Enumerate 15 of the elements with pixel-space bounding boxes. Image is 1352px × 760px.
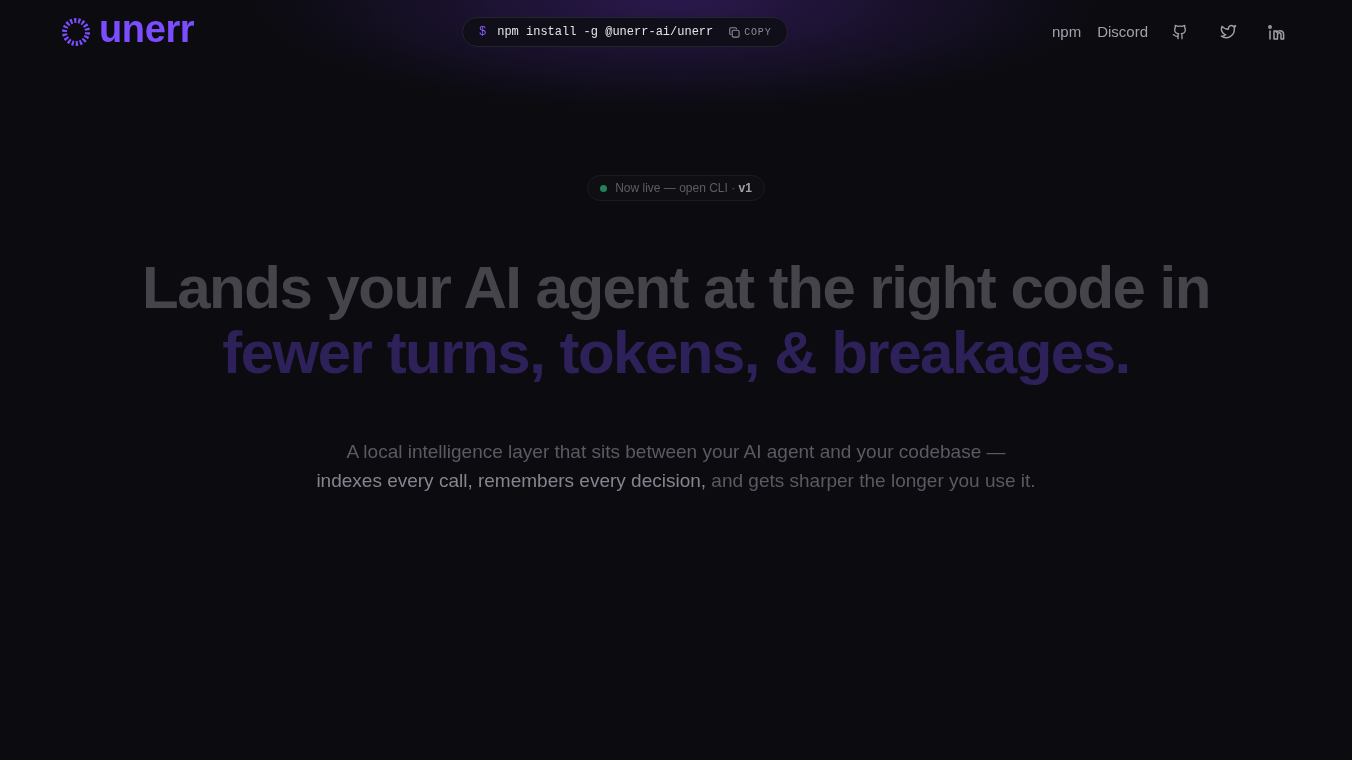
badge-text: Now live — open CLI · v1	[615, 180, 752, 197]
headline-highlight: fewer turns, tokens, & breakages.	[222, 320, 1130, 385]
linkedin-icon	[1267, 24, 1285, 40]
logo-wordmark: unerr	[99, 10, 195, 48]
install-command: npm install -g @unerr-ai/unerr	[497, 24, 714, 41]
github-icon	[1172, 24, 1188, 40]
nav-link[interactable]: Discord	[1097, 16, 1148, 48]
logo-icon	[61, 17, 91, 47]
nav-link[interactable]: npm	[1051, 16, 1082, 48]
copy-icon	[729, 26, 741, 38]
copy-button[interactable]: COPY	[729, 24, 772, 40]
subtitle: A local intelligence layer that sits between your AI agent and your codebase — indexes every call, remembers every decision, and gets sharper the longer you use it.	[316, 440, 1036, 493]
headline: Lands your AI agent at the right code in	[142, 255, 1210, 320]
prompt-symbol: $	[479, 24, 487, 41]
bird-icon	[1219, 24, 1237, 40]
